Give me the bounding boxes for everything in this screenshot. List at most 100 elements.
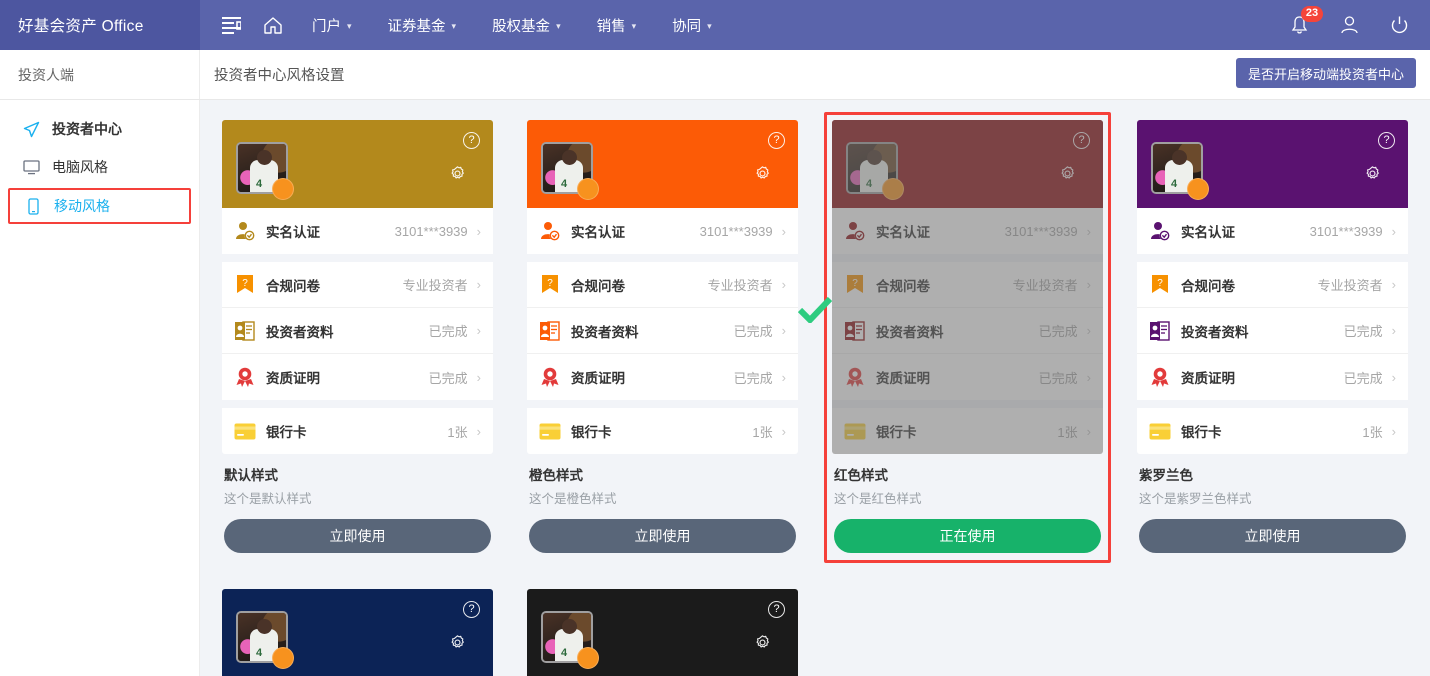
phone-row-合规问卷[interactable]: ? 合规问卷 专业投资者 › [222, 262, 493, 308]
nav-right-actions: 23 [1274, 0, 1430, 50]
question-flag-icon: ? [844, 274, 866, 296]
phone-row-value: 1张 [1057, 424, 1078, 440]
phone-row-合规问卷[interactable]: ? 合规问卷 专业投资者 › [1137, 262, 1408, 308]
chevron-right-icon: › [781, 369, 786, 385]
style-card-2[interactable]: ? 4 实名认证 3101***3939 › ? 合规问卷 专业投资者 › 投资… [797, 112, 1111, 563]
phone-preview: ? 4 [832, 120, 1103, 454]
phone-row-label: 合规问卷 [266, 278, 320, 294]
enable-mobile-investor-center-button[interactable]: 是否开启移动端投资者中心 [1235, 58, 1416, 88]
phone-row-合规问卷[interactable]: ? 合规问卷 专业投资者 › [832, 262, 1103, 308]
user-icon[interactable] [1324, 0, 1374, 50]
phone-rows: 实名认证 3101***3939 ›? 合规问卷 专业投资者 › 投资者资料 已完成 › 资质证明… [222, 208, 493, 454]
style-card-4[interactable]: ? 4 [214, 581, 501, 676]
phone-row-label: 资质证明 [266, 371, 320, 386]
medal-icon [539, 366, 561, 388]
phone-row-实名认证[interactable]: 实名认证 3101***3939 › [1137, 208, 1408, 254]
app-brand: 好基会资产 Office [0, 0, 200, 50]
gear-icon[interactable] [1058, 164, 1077, 186]
nav-item-3-label: 销售 [596, 18, 626, 35]
nav-item-0[interactable]: 门户 ▾ [294, 0, 370, 50]
gear-icon[interactable] [753, 633, 772, 655]
phone-row-投资者资料[interactable]: 投资者资料 已完成 › [1137, 308, 1408, 354]
sidebar-item-investor-center[interactable]: 投资者中心 [0, 110, 199, 148]
gear-icon[interactable] [448, 164, 467, 186]
power-icon[interactable] [1374, 0, 1424, 50]
home-icon[interactable] [252, 0, 294, 50]
phone-row-资质证明[interactable]: 资质证明 已完成 › [527, 354, 798, 400]
phone-user-row: 4 [236, 611, 479, 669]
green-check-icon [797, 296, 833, 326]
phone-row-合规问卷[interactable]: ? 合规问卷 专业投资者 › [527, 262, 798, 308]
use-style-button[interactable]: 正在使用 [834, 519, 1101, 553]
phone-row-value: 已完成 [428, 324, 468, 339]
avatar-wrap: 4 [846, 142, 904, 200]
phone-row-label: 实名认证 [571, 225, 625, 240]
chevron-right-icon: › [1391, 423, 1396, 439]
phone-row-银行卡[interactable]: 银行卡 1张 › [527, 408, 798, 454]
nav-item-1[interactable]: 证券基金 ▾ [370, 0, 475, 50]
style-gallery: ? 4 实名认证 3101***3939 › ? 合规问卷 专业投资者 › 投资… [200, 100, 1430, 676]
gear-icon[interactable] [448, 633, 467, 655]
phone-row-value: 已完成 [733, 324, 773, 339]
use-style-button[interactable]: 立即使用 [1139, 519, 1406, 553]
phone-row-资质证明[interactable]: 资质证明 已完成 › [832, 354, 1103, 400]
phone-preview: ? 4 [222, 589, 493, 676]
use-style-button[interactable]: 立即使用 [529, 519, 796, 553]
pro-investor-badge [577, 647, 599, 669]
sidebar-section-title: 投资人端 [0, 50, 200, 99]
breadcrumb-area: 投资者中心风格设置 是否开启移动端投资者中心 [200, 50, 1430, 99]
breadcrumb: 投资者中心风格设置 [214, 68, 345, 84]
nav-item-4[interactable]: 协同 ▾ [654, 0, 730, 50]
chevron-right-icon: › [476, 223, 481, 239]
style-card-5[interactable]: ? 4 [519, 581, 806, 676]
phone-row-资质证明[interactable]: 资质证明 已完成 › [1137, 354, 1408, 400]
avatar-wrap: 4 [1151, 142, 1209, 200]
chevron-right-icon: › [476, 423, 481, 439]
bell-icon[interactable]: 23 [1274, 0, 1324, 50]
pro-investor-badge [577, 178, 599, 200]
phone-row-投资者资料[interactable]: 投资者资料 已完成 › [222, 308, 493, 354]
pro-investor-badge [882, 178, 904, 200]
style-card-1[interactable]: ? 4 实名认证 3101***3939 › ? 合规问卷 专业投资者 › 投资… [519, 112, 806, 563]
phone-row-实名认证[interactable]: 实名认证 3101***3939 › [832, 208, 1103, 254]
style-card-0[interactable]: ? 4 实名认证 3101***3939 › ? 合规问卷 专业投资者 › 投资… [214, 112, 501, 563]
gear-icon[interactable] [1363, 164, 1382, 186]
style-description: 这个是橙色样式 [529, 492, 617, 506]
phone-row-group-0: 实名认证 3101***3939 › [832, 208, 1103, 254]
gear-icon[interactable] [753, 164, 772, 186]
nav-item-2-label: 股权基金 [492, 18, 551, 35]
style-meta: 默认样式 这个是默认样式 立即使用 [222, 454, 493, 553]
phone-row-银行卡[interactable]: 银行卡 1张 › [832, 408, 1103, 454]
menu-list-icon[interactable] [210, 0, 252, 50]
phone-row-实名认证[interactable]: 实名认证 3101***3939 › [527, 208, 798, 254]
phone-header: ? 4 [1137, 120, 1408, 208]
pro-investor-badge [272, 647, 294, 669]
nav-item-3[interactable]: 销售 ▾ [579, 0, 655, 50]
phone-user-row: 4 [236, 142, 479, 200]
style-card-3[interactable]: ? 4 实名认证 3101***3939 › ? 合规问卷 专业投资者 › 投资… [1129, 112, 1416, 563]
chevron-right-icon: › [476, 277, 481, 292]
chevron-down-icon: ▾ [347, 20, 352, 31]
phone-row-银行卡[interactable]: 银行卡 1张 › [222, 408, 493, 454]
phone-row-投资者资料[interactable]: 投资者资料 已完成 › [832, 308, 1103, 354]
nav-item-2[interactable]: 股权基金 ▾ [474, 0, 579, 50]
investor-profile-icon [1149, 320, 1171, 342]
phone-header: ? 4 [222, 589, 493, 676]
phone-row-label: 实名认证 [876, 225, 930, 240]
sidebar-item-desktop-style[interactable]: 电脑风格 [0, 148, 199, 186]
sidebar-item-mobile-style[interactable]: 移动风格 [8, 188, 191, 224]
use-style-button[interactable]: 立即使用 [224, 519, 491, 553]
phone-row-label: 投资者资料 [1181, 324, 1249, 340]
phone-row-实名认证[interactable]: 实名认证 3101***3939 › [222, 208, 493, 254]
avatar-wrap: 4 [541, 611, 599, 669]
phone-row-投资者资料[interactable]: 投资者资料 已完成 › [527, 308, 798, 354]
top-navigation-bar: 好基会资产 Office 门户 ▾ 证券基金 ▾ 股权基金 ▾ 销售 ▾ 协同 … [0, 0, 1430, 50]
phone-row-资质证明[interactable]: 资质证明 已完成 › [222, 354, 493, 400]
phone-row-value: 1张 [447, 424, 468, 440]
phone-user-row: 4 [846, 142, 1089, 200]
style-title: 红色样式 [834, 468, 888, 483]
chevron-right-icon: › [1086, 277, 1091, 292]
phone-row-银行卡[interactable]: 银行卡 1张 › [1137, 408, 1408, 454]
page-body: 投资者中心 电脑风格 移动风格 ? 4 实名认证 3101***3939 › ?… [0, 100, 1430, 676]
verified-user-icon [234, 220, 256, 242]
